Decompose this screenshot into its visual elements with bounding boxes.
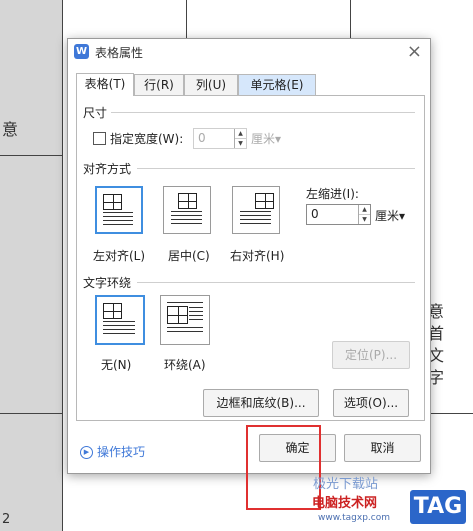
table-grid-icon [178, 193, 197, 209]
align-right-option[interactable] [232, 186, 280, 234]
table-grid-icon [103, 303, 122, 319]
size-section-label: 尺寸 [83, 104, 112, 121]
borders-and-shading-button[interactable]: 边框和底纹(B)... [203, 389, 319, 417]
table-properties-dialog: W 表格属性 × 表格(T) 行(R) 列(U) 单元格(E) 尺寸 指定宽度(… [67, 38, 431, 474]
wrap-around-label: 环绕(A) [164, 358, 206, 372]
dialog-titlebar[interactable]: W 表格属性 × [68, 39, 430, 65]
table-border-line [186, 0, 187, 40]
table-border-line [0, 155, 62, 156]
align-left-option[interactable] [95, 186, 143, 234]
spin-up-icon[interactable]: ▲ [235, 129, 246, 139]
table-grid-icon [103, 194, 122, 210]
width-value: 0 [198, 131, 206, 145]
document-gray-margin [0, 0, 62, 531]
operation-tips-link[interactable]: ▶ 操作技巧 [80, 443, 145, 460]
highlight-box [246, 425, 321, 510]
left-indent-label: 左缩进(I): [306, 187, 359, 201]
table-border-line [430, 413, 473, 414]
left-indent-value: 0 [311, 207, 319, 221]
specify-width-label: 指定宽度(W): [110, 132, 184, 146]
document-text: 2 [2, 512, 11, 527]
position-button[interactable]: 定位(P)... [332, 341, 410, 369]
wrapping-section-label: 文字环绕 [83, 274, 136, 291]
cancel-button[interactable]: 取消 [344, 434, 421, 462]
tab-panel-table: 尺寸 指定宽度(W): 0 ▲ ▼ 厘米▾ 对齐方式 左对齐(L) 居中(C) 右… [76, 95, 425, 421]
section-divider [107, 112, 415, 113]
watermark-badge: TAG [410, 490, 466, 524]
alignment-section-label: 对齐方式 [83, 160, 136, 177]
align-left-label: 左对齐(L) [93, 249, 146, 263]
wps-writer-icon: W [74, 44, 89, 59]
section-divider [137, 168, 415, 169]
spin-down-icon[interactable]: ▼ [359, 215, 370, 224]
dialog-title: 表格属性 [95, 46, 144, 60]
wrap-around-option[interactable] [160, 295, 210, 345]
watermark-text: 极光下载站 [313, 477, 379, 492]
document-text: 意 [2, 120, 19, 139]
section-divider [137, 282, 415, 283]
tab-row[interactable]: 行(R) [134, 74, 184, 96]
width-unit-dropdown[interactable]: 厘米▾ [251, 130, 281, 147]
tips-label: 操作技巧 [97, 445, 146, 459]
tab-table[interactable]: 表格(T) [76, 73, 134, 96]
align-center-option[interactable] [163, 186, 211, 234]
table-border-line [62, 0, 63, 531]
table-grid-icon [167, 306, 188, 324]
table-border-line [0, 413, 62, 414]
specify-width-checkbox[interactable] [93, 132, 106, 145]
align-right-label: 右对齐(H) [230, 249, 285, 263]
align-center-label: 居中(C) [168, 249, 210, 263]
left-indent-spinbox[interactable]: 0 ▲ ▼ [306, 204, 371, 225]
table-border-line [350, 0, 351, 40]
wrap-none-option[interactable] [95, 295, 145, 345]
watermark-text: 电脑技术网 [312, 496, 378, 511]
table-grid-icon [255, 193, 274, 209]
tab-column[interactable]: 列(U) [184, 74, 238, 96]
width-spinbox[interactable]: 0 ▲ ▼ [193, 128, 247, 149]
play-circle-icon: ▶ [80, 446, 93, 459]
spin-up-icon[interactable]: ▲ [359, 205, 370, 215]
close-icon[interactable]: × [407, 41, 422, 62]
wrap-none-label: 无(N) [101, 358, 132, 372]
options-button[interactable]: 选项(O)... [333, 389, 409, 417]
indent-unit-dropdown[interactable]: 厘米▾ [375, 207, 405, 224]
tab-cell[interactable]: 单元格(E) [238, 74, 316, 96]
spin-down-icon[interactable]: ▼ [235, 139, 246, 148]
watermark-url: www.tagxp.com [318, 513, 390, 523]
